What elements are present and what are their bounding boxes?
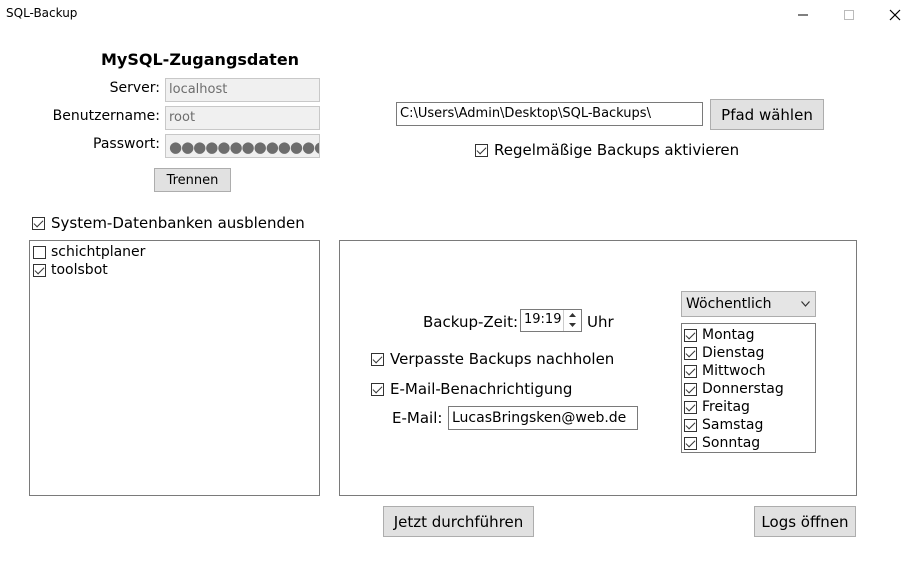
frequency-value: Wöchentlich [686, 296, 772, 312]
server-input[interactable]: localhost [165, 78, 320, 102]
password-label: Passwort: [93, 136, 160, 152]
regular-backups-toggle[interactable]: Regelmäßige Backups aktivieren [475, 141, 739, 159]
spin-down-button[interactable] [564, 320, 580, 330]
window-title: SQL-Backup [6, 6, 78, 20]
weekday-item[interactable]: Montag [684, 326, 813, 344]
minimize-icon [798, 14, 808, 16]
choose-path-button[interactable]: Pfad wählen [710, 99, 824, 130]
weekday-checkbox[interactable] [684, 382, 697, 396]
weekday-list[interactable]: Montag Dienstag Mittwoch Donnerstag Frei… [681, 323, 816, 453]
regular-backups-label: Regelmäßige Backups aktivieren [494, 141, 740, 159]
time-spinner[interactable] [563, 310, 580, 331]
close-icon [889, 9, 901, 21]
weekday-label: Sonntag [702, 435, 761, 451]
weekday-checkbox[interactable] [684, 400, 697, 414]
server-label: Server: [109, 80, 160, 96]
weekday-label: Dienstag [702, 345, 765, 361]
weekday-item[interactable]: Freitag [684, 398, 813, 416]
weekday-checkbox[interactable] [684, 328, 697, 342]
regular-backups-checkbox[interactable] [475, 143, 488, 157]
hide-system-db-label: System-Datenbanken ausblenden [51, 214, 305, 232]
credentials-title: MySQL-Zugangsdaten [101, 50, 300, 69]
hide-system-db-toggle[interactable]: System-Datenbanken ausblenden [32, 214, 305, 232]
database-item[interactable]: schichtplaner [33, 243, 316, 261]
password-input[interactable]: ●●●●●●●●●●●●●● [165, 134, 320, 158]
spin-up-icon [568, 313, 576, 317]
weekday-label: Samstag [702, 417, 764, 433]
frequency-select[interactable]: Wöchentlich [681, 291, 816, 317]
database-checkbox[interactable] [33, 245, 46, 259]
spin-up-button[interactable] [564, 310, 580, 320]
email-label: E-Mail: [392, 409, 443, 427]
backup-time-value: 19:19 [524, 312, 562, 327]
close-button[interactable] [872, 0, 918, 30]
database-name: toolsbot [51, 262, 108, 278]
weekday-item[interactable]: Samstag [684, 416, 813, 434]
username-label: Benutzername: [52, 108, 160, 124]
maximize-button[interactable] [826, 0, 872, 30]
weekday-item[interactable]: Mittwoch [684, 362, 813, 380]
weekday-label: Montag [702, 327, 755, 343]
database-item[interactable]: toolsbot [33, 261, 316, 279]
weekday-label: Mittwoch [702, 363, 766, 379]
email-input[interactable]: LucasBringsken@web.de [448, 406, 638, 430]
weekday-item[interactable]: Donnerstag [684, 380, 813, 398]
catch-up-checkbox[interactable] [371, 352, 384, 366]
spin-down-icon [568, 323, 576, 327]
email-notify-toggle[interactable]: E-Mail-Benachrichtigung [371, 380, 572, 398]
email-notify-label: E-Mail-Benachrichtigung [390, 380, 573, 398]
weekday-item[interactable]: Sonntag [684, 434, 813, 452]
maximize-icon [844, 10, 854, 20]
database-checkbox[interactable] [33, 263, 46, 277]
weekday-checkbox[interactable] [684, 418, 697, 432]
email-notify-checkbox[interactable] [371, 382, 384, 396]
weekday-item[interactable]: Dienstag [684, 344, 813, 362]
catch-up-label: Verpasste Backups nachholen [390, 350, 615, 368]
weekday-label: Freitag [702, 399, 750, 415]
chevron-down-icon [801, 301, 810, 307]
open-logs-button[interactable]: Logs öffnen [754, 506, 856, 537]
weekday-checkbox[interactable] [684, 346, 697, 360]
minimize-button[interactable] [780, 0, 826, 30]
run-now-button[interactable]: Jetzt durchführen [383, 506, 534, 537]
database-list[interactable]: schichtplaner toolsbot [29, 240, 320, 496]
weekday-checkbox[interactable] [684, 436, 697, 450]
hide-system-db-checkbox[interactable] [32, 216, 45, 230]
backup-time-label: Backup-Zeit: [423, 313, 519, 331]
disconnect-button[interactable]: Trennen [154, 168, 231, 192]
database-name: schichtplaner [51, 244, 146, 260]
backup-path-input[interactable]: C:\Users\Admin\Desktop\SQL-Backups\ [396, 102, 703, 126]
username-input[interactable]: root [165, 106, 320, 130]
weekday-checkbox[interactable] [684, 364, 697, 378]
time-unit-label: Uhr [587, 313, 614, 331]
catch-up-toggle[interactable]: Verpasste Backups nachholen [371, 350, 614, 368]
weekday-label: Donnerstag [702, 381, 784, 397]
